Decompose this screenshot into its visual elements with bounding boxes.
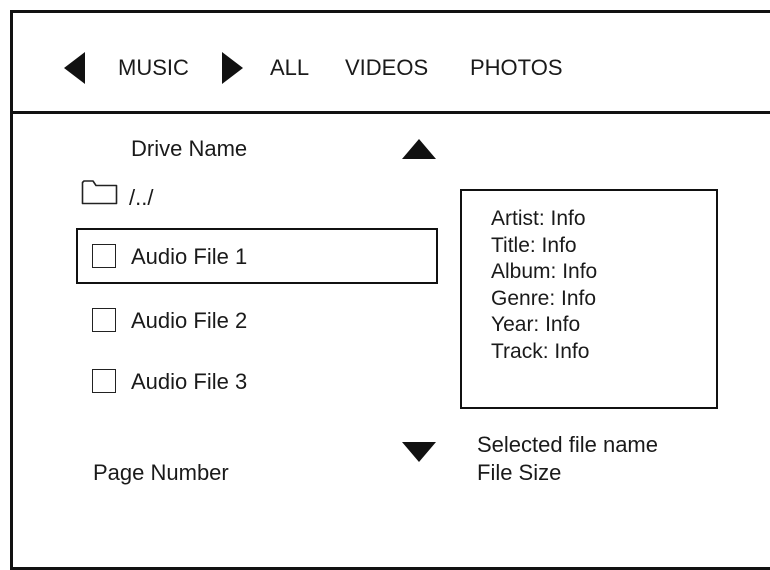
scroll-down-icon[interactable] xyxy=(402,442,436,462)
file-name-label: Audio File 2 xyxy=(131,308,248,333)
drive-name-label: Drive Name xyxy=(131,136,248,161)
track-info-panel: Artist: Info Title: Info Album: Info Gen… xyxy=(460,189,718,409)
next-category-icon[interactable] xyxy=(222,52,243,84)
tab-photos[interactable]: PHOTOS xyxy=(470,55,563,81)
title-info: Title: Info xyxy=(491,233,577,257)
parent-directory-link[interactable]: /../ xyxy=(129,185,153,211)
artist-info: Artist: Info xyxy=(491,207,586,230)
scroll-up-icon[interactable] xyxy=(402,139,436,159)
checkbox-icon[interactable] xyxy=(92,308,116,332)
list-item-audio-file-3[interactable]: Audio File 3 xyxy=(76,353,438,409)
checkbox-icon[interactable] xyxy=(92,244,116,268)
list-item-audio-file-1[interactable]: Audio File 1 xyxy=(76,228,438,284)
folder-icon[interactable] xyxy=(81,178,118,205)
selected-file-name: Selected file name xyxy=(477,432,658,457)
page-number-label: Page Number xyxy=(93,460,229,485)
track-info: Track: Info xyxy=(491,339,590,363)
year-info: Year: Info xyxy=(491,313,581,336)
selected-file-size: File Size xyxy=(477,460,562,485)
tab-music[interactable]: MUSIC xyxy=(118,55,189,81)
list-item-audio-file-2[interactable]: Audio File 2 xyxy=(76,292,438,348)
tab-videos[interactable]: VIDEOS xyxy=(345,55,428,81)
album-info: Album: Info xyxy=(491,260,598,283)
header-divider xyxy=(10,111,770,114)
file-name-label: Audio File 3 xyxy=(131,369,248,394)
tab-all[interactable]: ALL xyxy=(270,55,309,81)
file-name-label: Audio File 1 xyxy=(131,244,248,269)
genre-info: Genre: Info xyxy=(491,286,597,310)
previous-category-icon[interactable] xyxy=(64,52,85,84)
selected-file-details: Selected file name File Size xyxy=(477,431,658,487)
checkbox-icon[interactable] xyxy=(92,369,116,393)
